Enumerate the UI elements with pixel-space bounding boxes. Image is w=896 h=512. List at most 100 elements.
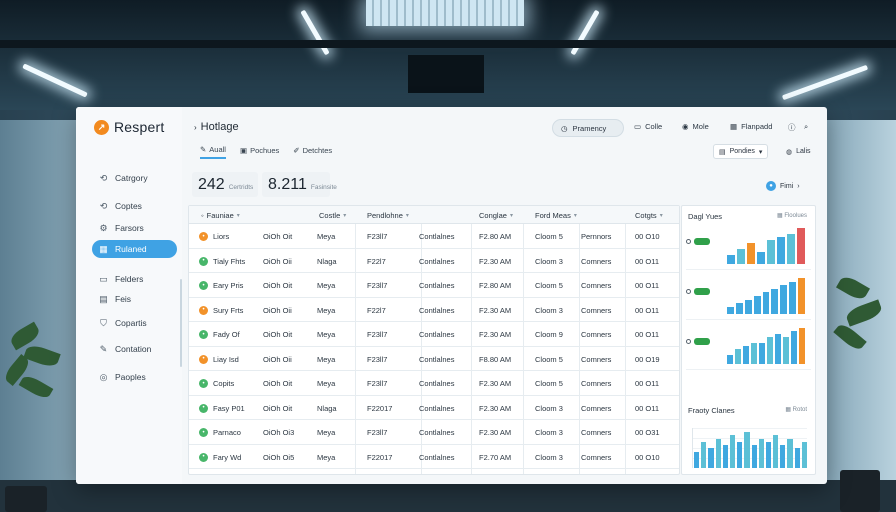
table-cell-code: F23ll7: [367, 428, 388, 437]
table-cell-time: F2.30 AM: [479, 379, 512, 388]
plant-left: [0, 318, 70, 512]
table-cell-kind: Contlalnes: [419, 403, 455, 413]
sidebar-item[interactable]: ◎ Paoples: [92, 368, 177, 386]
folder-button[interactable]: ▭ Colle: [634, 122, 662, 131]
table-row[interactable]: • Liay Isd OiOh Oii Meya F23ll7 Contlalnes F8.…: [189, 347, 679, 371]
filter-dropdown[interactable]: ▤ Pondies ▾: [713, 144, 769, 159]
mini-chart-plot: [726, 276, 806, 314]
sort-button[interactable]: ◍ Lalis: [781, 144, 816, 159]
tab[interactable]: ▣ Pochues: [240, 145, 279, 159]
table-cell-num: 00 O11: [635, 281, 660, 290]
chevron-down-icon: ▾: [659, 213, 663, 219]
table-cell-name: Tialy Fhts: [213, 256, 246, 266]
folder-icon: ▭: [634, 122, 642, 131]
table-cell-code: F23ll7: [367, 281, 388, 290]
filter-icon: ⛉: [100, 317, 107, 328]
stat-value: 8.211: [268, 176, 307, 193]
status-pill[interactable]: ◷ Pramency: [552, 119, 624, 137]
share-button[interactable]: ● Fimi ›: [766, 181, 800, 191]
chart-bar: [791, 331, 797, 364]
sidebar-item[interactable]: ▦ Rulaned: [92, 240, 177, 258]
help-button[interactable]: ⓘ: [788, 122, 796, 133]
chevron-down-icon: ▾: [343, 213, 347, 219]
chart-bar: [747, 243, 755, 264]
mode-button[interactable]: ◉ Mole: [682, 122, 709, 131]
column-header[interactable]: Ford Meas ▾: [535, 211, 577, 220]
share-label: Fimi: [780, 182, 794, 190]
grid-icon: ▦: [785, 407, 791, 413]
mini-chart[interactable]: [686, 320, 811, 370]
sidebar-item[interactable]: ▭ Felders: [92, 270, 177, 288]
calendar-button-label: Flanpadd: [741, 122, 773, 131]
status-dot-icon: •: [199, 403, 208, 413]
table-cell-code: F22l7: [367, 305, 386, 315]
column-header[interactable]: ◦ Fauniae ▾: [201, 211, 240, 220]
table-row[interactable]: • Parnaco OiOh Oi3 Meya F23ll7 Contlalnes F2.3…: [189, 420, 679, 445]
chevron-down-icon: ▾: [573, 213, 577, 219]
table-header: ◦ Fauniae ▾ Costle ▾ Pendlohne ▾ Conglae ▾ Ford M…: [189, 206, 679, 224]
mini-chart-plot: [726, 226, 806, 264]
chevron-down-icon: ▾: [509, 213, 513, 219]
sort-label: Lalis: [796, 148, 811, 155]
table-row[interactable]: • Copits OiOh Oit Meya F23ll7 Contlalnes F2.30…: [189, 371, 679, 396]
sidebar-item[interactable]: ✎ Contation: [92, 340, 177, 358]
column-header-label: Cotgts: [635, 211, 657, 220]
table-cell-date: OiOh Oit: [263, 232, 293, 241]
chart-panel: Dagl Yues ▦ Floolues Fraoty Clanes ▦ Rot…: [681, 205, 816, 475]
table-row[interactable]: • Sury Frts OiOh Oii Meya F22l7 Contlalnes F2.…: [189, 298, 679, 322]
sidebar-item[interactable]: ⟲ Catrgory: [92, 169, 177, 187]
app-logo[interactable]: ↗ Respert: [94, 119, 164, 135]
table-cell-kind: Contlalnes: [419, 330, 455, 339]
stat-card: 242 Certridts: [192, 172, 258, 197]
sidebar-item[interactable]: ⚙ Farsors: [92, 219, 177, 237]
chevron-down-icon: ▾: [236, 213, 240, 219]
table-cell-num: 00 O11: [635, 379, 660, 388]
sidebar-item[interactable]: ▤ Feis: [92, 290, 177, 308]
table-cell-date: OiOh Oi5: [263, 452, 295, 462]
sidebar-scrollbar[interactable]: [180, 279, 182, 367]
chart-bar: [777, 237, 785, 264]
ceiling-lamp: [781, 64, 869, 101]
table-row[interactable]: • Eary Pris OiOh Oit Meya F23ll7 Contlalnes F2…: [189, 273, 679, 298]
mini-chart[interactable]: [686, 220, 811, 270]
chart-bar: [715, 438, 721, 468]
chart-bar: [694, 451, 700, 468]
sidebar-item[interactable]: ⟲ Coptes: [92, 197, 177, 215]
tab[interactable]: ✐ Detchtes: [293, 145, 332, 159]
table-cell-time: F2.80 AM: [479, 281, 512, 290]
table-cell-code: F22017: [367, 403, 393, 413]
table-row[interactable]: • Tialy Fhts OiOh Oii Nlaga F22l7 Contlalnes F…: [189, 249, 679, 273]
table-row[interactable]: • Fasy P01 OiOh Oit Nlaga F22017 Contlalnes F2…: [189, 396, 679, 420]
tab[interactable]: ✎ Auall: [200, 145, 226, 159]
radio-icon: [686, 239, 691, 244]
table-cell-code: F23ll7: [367, 232, 388, 241]
column-header[interactable]: Costle ▾: [319, 211, 346, 220]
table-cell-group: Cloom 3: [535, 452, 563, 462]
table-row[interactable]: • Fady Of OiOh Oit Meya F23ll7 Contlalnes F2.3…: [189, 322, 679, 347]
column-header[interactable]: Conglae ▾: [479, 211, 513, 220]
table-cell-code: F23ll7: [367, 354, 388, 364]
chart-bar: [773, 435, 779, 468]
chart-bar: [751, 343, 757, 364]
trend-chart[interactable]: [692, 428, 807, 468]
table-row[interactable]: • Fary Wd OiOh Oi5 Meya F22017 Contlalnes F2.7…: [189, 445, 679, 469]
chart-bar: [735, 303, 743, 314]
table-cell-num: 00 O31: [635, 428, 660, 437]
table-row[interactable]: • Liors OiOh Oit Meya F23ll7 Contlalnes F2.80 …: [189, 224, 679, 249]
search-button[interactable]: ⌕: [804, 122, 808, 132]
table-cell-time: F2.80 AM: [479, 232, 512, 241]
mini-chart[interactable]: [686, 270, 811, 320]
sidebar-item-label: Farsors: [115, 223, 144, 233]
chart-panel-control[interactable]: ▦ Floolues: [777, 212, 807, 219]
trend-control[interactable]: ▦ Rotot: [785, 406, 807, 413]
chart-bar: [787, 234, 795, 264]
chart-bar: [743, 346, 749, 364]
status-dot-icon: •: [199, 452, 208, 462]
breadcrumb[interactable]: › Hotlage: [194, 121, 239, 133]
column-header[interactable]: Cotgts ▾: [635, 211, 663, 220]
sidebar-item[interactable]: ⛉ Copartis: [92, 314, 177, 332]
calendar-button[interactable]: ▦ Flanpadd: [730, 122, 772, 131]
column-header[interactable]: Pendlohne ▾: [367, 211, 409, 220]
chart-bar: [799, 328, 805, 364]
table-cell-date: OiOh Oit: [263, 281, 293, 290]
